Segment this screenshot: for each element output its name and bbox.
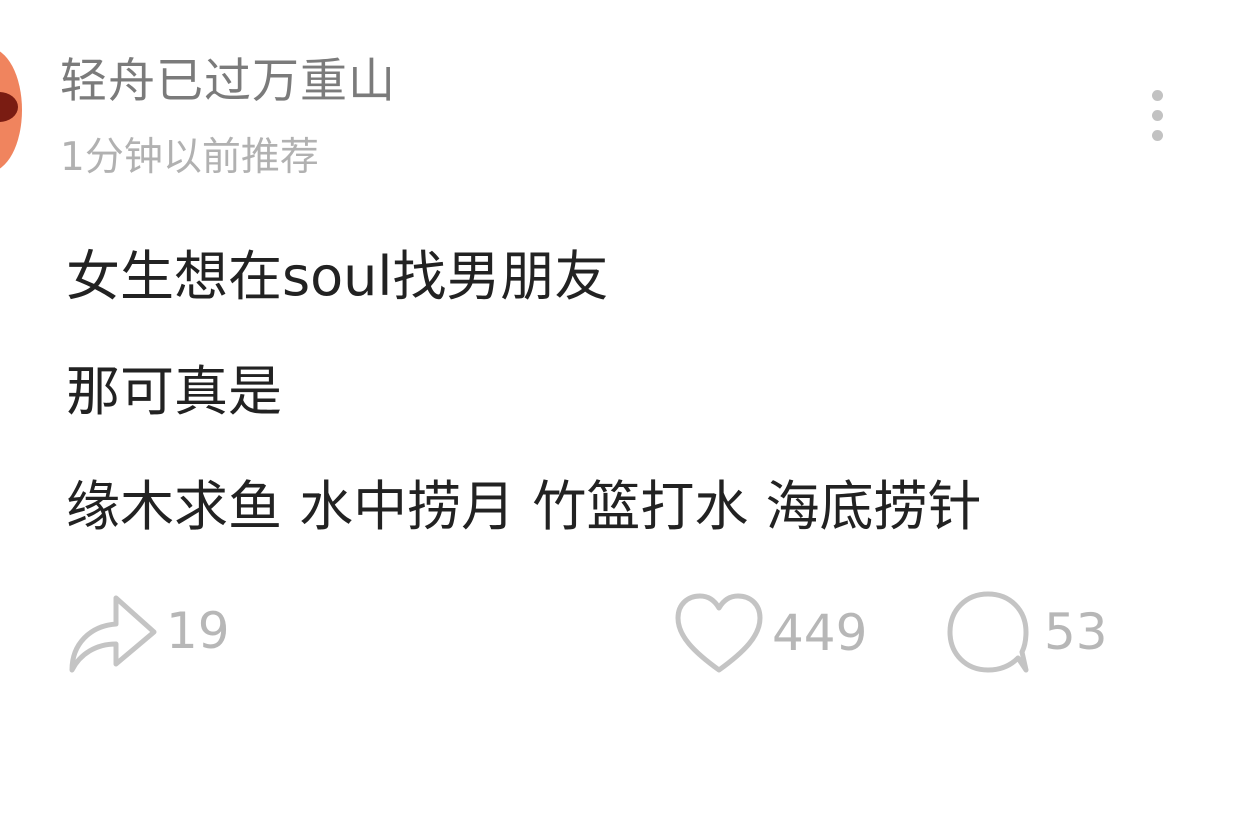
- share-arrow-icon: [69, 595, 157, 673]
- comment-bubble-icon: [947, 591, 1029, 673]
- comment-count: 53: [1044, 603, 1108, 661]
- like-count: 449: [772, 604, 868, 662]
- more-options-button[interactable]: [1138, 84, 1178, 148]
- share-count: 19: [166, 602, 230, 660]
- post-content-line: 缘木求鱼 水中捞月 竹篮打水 海底捞针: [66, 475, 982, 538]
- share-button[interactable]: 19: [66, 588, 230, 674]
- avatar[interactable]: [0, 48, 22, 172]
- more-vertical-icon-dot: [1152, 110, 1163, 121]
- heart-icon: [675, 593, 763, 673]
- avatar-mouth-shape: [0, 92, 18, 122]
- like-button[interactable]: 449: [674, 592, 867, 674]
- post-content-line: 那可真是: [66, 360, 282, 423]
- more-vertical-icon-dot: [1152, 90, 1163, 101]
- post-content: 女生想在soul找男朋友 那可真是 缘木求鱼 水中捞月 竹篮打水 海底捞针: [66, 244, 1216, 589]
- post-content-line: 女生想在soul找男朋友: [66, 245, 609, 308]
- more-vertical-icon-dot: [1152, 130, 1163, 141]
- comment-button[interactable]: 53: [944, 588, 1108, 676]
- post-timestamp: 1分钟以前推荐: [60, 135, 319, 180]
- author-name[interactable]: 轻舟已过万重山: [60, 50, 396, 114]
